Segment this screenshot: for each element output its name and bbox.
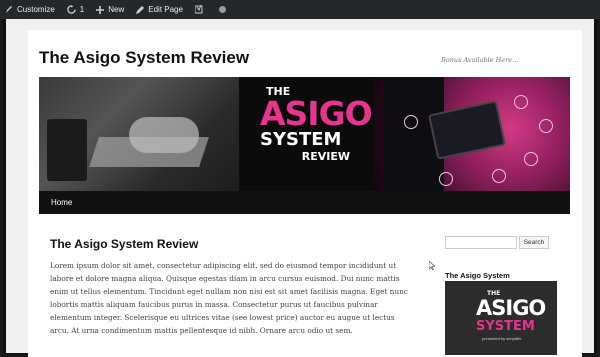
- customize-label: Customize: [17, 5, 55, 14]
- search-button[interactable]: Search: [519, 236, 549, 249]
- asigo-logo: THE ASIGO SYSTEM REVIEW: [260, 86, 373, 163]
- desk-photo: [39, 77, 239, 191]
- browser-viewport: The Asigo System Review Bonus Available …: [3, 19, 597, 357]
- tech-circle-icon: [439, 172, 453, 186]
- pencil-icon: [136, 5, 145, 14]
- edit-page-link[interactable]: Edit Page: [136, 5, 183, 14]
- post-body: Lorem ipsum dolor sit amet, consectetur …: [50, 261, 408, 335]
- updates-count: 1: [79, 5, 85, 14]
- logo-asigo: ASIGO: [260, 94, 373, 133]
- widget-logo-byline: presented by simplilife: [482, 336, 522, 341]
- mug-shape: [47, 119, 87, 181]
- updates-link[interactable]: 1: [67, 5, 84, 14]
- plus-icon: [96, 5, 105, 14]
- site-page: The Asigo System Review Bonus Available …: [28, 30, 582, 357]
- tech-circle-icon: [539, 119, 553, 133]
- logo-review: REVIEW: [301, 150, 350, 163]
- refresh-icon: [67, 5, 76, 14]
- edit-page-label: Edit Page: [148, 5, 183, 14]
- widget-logo-asigo: ASIGO: [476, 296, 546, 320]
- admin-bar: Customize 1 New Edit Page: [0, 0, 600, 19]
- search-input[interactable]: [445, 236, 517, 249]
- widget-title: The Asigo System: [445, 271, 510, 280]
- tech-circle-icon: [404, 115, 418, 129]
- logo-system: SYSTEM: [260, 129, 342, 150]
- tech-circle-icon: [514, 95, 528, 109]
- brush-icon: [6, 5, 12, 13]
- yoast-icon[interactable]: [194, 5, 207, 14]
- hand-shape: [129, 117, 199, 153]
- main-nav: Home: [39, 191, 570, 214]
- mouse-cursor-icon: [429, 261, 435, 270]
- businessman-photo: [374, 77, 570, 191]
- customize-link[interactable]: Customize: [5, 5, 55, 14]
- site-tagline: Bonus Available Here...: [441, 56, 519, 64]
- new-link[interactable]: New: [96, 5, 124, 14]
- widget-logo-system: SYSTEM: [476, 319, 535, 334]
- status-dot-icon: [218, 6, 226, 13]
- tech-circle-icon: [492, 169, 506, 183]
- nav-item-home[interactable]: Home: [51, 198, 72, 207]
- header-banner-image: THE ASIGO SYSTEM REVIEW: [39, 77, 570, 191]
- new-label: New: [108, 5, 125, 14]
- post-title: The Asigo System Review: [50, 237, 199, 251]
- tech-circle-icon: [524, 152, 538, 166]
- widget-logo-image[interactable]: THE ASIGO SYSTEM presented by simplilife: [445, 281, 557, 355]
- site-title[interactable]: The Asigo System Review: [39, 48, 249, 68]
